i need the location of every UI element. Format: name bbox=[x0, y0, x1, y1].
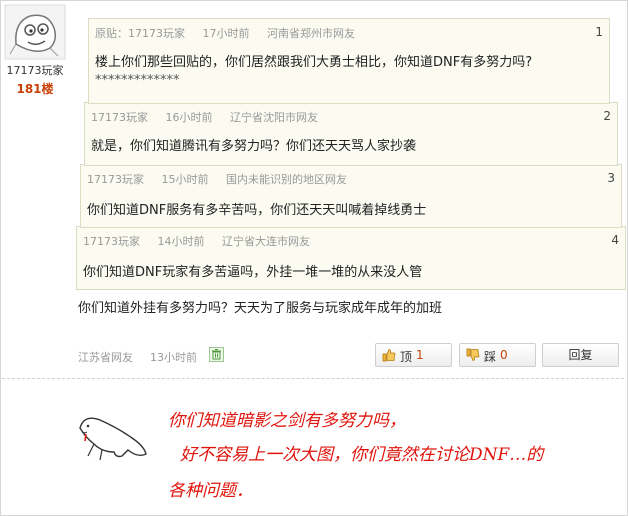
floor-number: 181楼 bbox=[16, 82, 54, 96]
quote-text-masked: ************* bbox=[95, 73, 180, 88]
thumbs-up-icon bbox=[382, 348, 396, 362]
quote-location: 河南省郑州市网友 bbox=[267, 27, 355, 40]
divider bbox=[2, 378, 624, 379]
quote-time: 14小时前 bbox=[157, 235, 205, 248]
quote-number: 4 bbox=[611, 233, 619, 247]
quote-text: 你们知道DNF服务有多辛苦吗，你们还天天叫喊着掉线勇士 bbox=[87, 203, 427, 218]
username[interactable]: 17173玩家 bbox=[4, 62, 66, 78]
quote-block-2: 17173玩家 16小时前 辽宁省沈阳市网友 2 就是，你们知道腾讯有多努力吗？… bbox=[84, 102, 618, 166]
quote-meta: 17173玩家 14小时前 辽宁省大连市网友 bbox=[83, 233, 324, 249]
reply-button[interactable]: 回复 bbox=[542, 343, 619, 367]
upvote-button[interactable]: 顶 1 bbox=[375, 343, 452, 367]
annotation-line-2: 好不容易上一次大图，你们竟然在讨论DNF…的 bbox=[180, 445, 544, 465]
quote-author[interactable]: 17173玩家 bbox=[91, 111, 148, 124]
annotation-line-3: 各种问题． bbox=[168, 481, 253, 501]
upvote-label: 顶 bbox=[400, 350, 413, 364]
quote-block-4: 17173玩家 14小时前 辽宁省大连市网友 4 你们知道DNF玩家有多苦逼吗，… bbox=[76, 226, 626, 290]
downvote-count: 0 bbox=[500, 348, 508, 362]
quote-author[interactable]: 17173玩家 bbox=[128, 27, 185, 40]
downvote-button[interactable]: 踩 0 bbox=[459, 343, 536, 367]
quote-location: 国内未能识别的地区网友 bbox=[226, 173, 347, 186]
quote-time: 15小时前 bbox=[161, 173, 209, 186]
quote-meta: 17173玩家 15小时前 国内未能识别的地区网友 bbox=[87, 171, 361, 187]
quote-number: 1 bbox=[595, 25, 603, 39]
post-text: 你们知道外挂有多努力吗？天天为了服务与玩家成年成年的加班 bbox=[78, 301, 443, 316]
quote-text: 你们知道DNF玩家有多苦逼吗，外挂一堆一堆的从来没人管 bbox=[83, 265, 423, 280]
quote-number: 2 bbox=[603, 109, 611, 123]
quote-block-1: 原贴：17173玩家 17小时前 河南省郑州市网友 1 楼上你们那些回贴的，你们… bbox=[88, 18, 610, 104]
quote-meta: 原贴：17173玩家 17小时前 河南省郑州市网友 bbox=[95, 25, 369, 41]
thumbs-down-icon bbox=[466, 348, 480, 362]
quote-author[interactable]: 17173玩家 bbox=[87, 173, 144, 186]
quote-location: 辽宁省大连市网友 bbox=[222, 235, 310, 248]
quote-author[interactable]: 17173玩家 bbox=[83, 235, 140, 248]
upvote-count: 1 bbox=[416, 348, 424, 362]
quote-location: 辽宁省沈阳市网友 bbox=[230, 111, 318, 124]
downvote-label: 踩 bbox=[484, 350, 497, 364]
trash-icon[interactable] bbox=[209, 347, 224, 362]
quote-meta: 17173玩家 16小时前 辽宁省沈阳市网友 bbox=[91, 109, 332, 125]
post-location: 江苏省网友 bbox=[78, 351, 133, 364]
seal-doodle-icon bbox=[72, 408, 152, 464]
quote-block-3: 17173玩家 15小时前 国内未能识别的地区网友 3 你们知道DNF服务有多辛… bbox=[80, 164, 622, 228]
quote-text: 就是，你们知道腾讯有多努力吗？你们还天天骂人家抄袭 bbox=[91, 139, 417, 154]
avatar[interactable] bbox=[4, 4, 68, 60]
quote-label: 原贴： bbox=[95, 27, 128, 40]
quote-time: 17小时前 bbox=[202, 27, 250, 40]
quote-time: 16小时前 bbox=[165, 111, 213, 124]
quote-text: 楼上你们那些回贴的，你们居然跟我们大勇士相比，你知道DNF有多努力吗? bbox=[95, 55, 533, 70]
post-time: 13小时前 bbox=[150, 351, 197, 364]
annotation-line-1: 你们知道暗影之剑有多努力吗， bbox=[168, 411, 406, 431]
quote-number: 3 bbox=[607, 171, 615, 185]
